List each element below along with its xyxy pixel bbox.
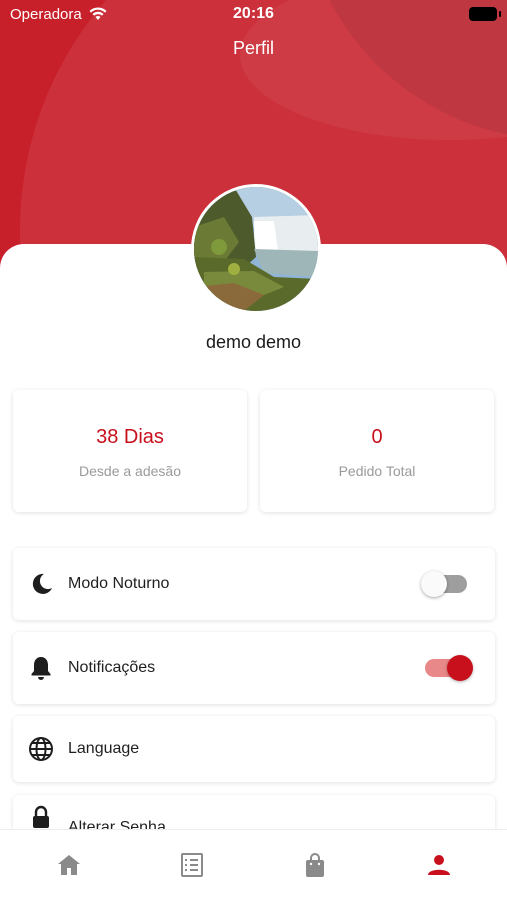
stat-value: 38 Dias (96, 426, 164, 448)
globe-icon (27, 735, 55, 763)
list-icon[interactable] (177, 850, 207, 880)
toggle-knob (447, 655, 473, 681)
menu-item-label: Notificações (68, 659, 156, 676)
bottom-tab-bar (0, 829, 507, 901)
moon-icon (27, 570, 55, 598)
stat-card-orders: 0 Pedido Total (260, 390, 494, 512)
avatar[interactable] (191, 184, 321, 314)
menu-item-change-password[interactable]: Alterar Senha (13, 795, 495, 829)
menu-item-language[interactable]: Language (13, 716, 495, 782)
clock: 20:16 (233, 5, 274, 22)
status-bar: Operadora 20:16 (0, 0, 507, 30)
home-icon[interactable] (54, 850, 84, 880)
menu-item-notifications[interactable]: Notificações (13, 632, 495, 704)
menu-item-night-mode[interactable]: Modo Noturno (13, 548, 495, 620)
night-mode-toggle[interactable] (421, 571, 467, 597)
stat-card-membership: 38 Dias Desde a adesão (13, 390, 247, 512)
menu-item-label: Language (68, 740, 140, 757)
person-icon[interactable] (424, 850, 454, 880)
shopping-bag-icon[interactable] (300, 850, 330, 880)
stat-label: Desde a adesão (79, 463, 181, 479)
battery-icon (469, 7, 501, 21)
page-title: Perfil (232, 38, 274, 58)
lock-icon (27, 803, 55, 829)
user-name: demo demo (205, 332, 302, 352)
menu-item-label: Alterar Senha (68, 819, 166, 829)
stat-label: Pedido Total (338, 463, 416, 479)
bell-icon (27, 654, 55, 682)
menu-item-label: Modo Noturno (68, 575, 170, 592)
toggle-knob (421, 571, 447, 597)
stat-value: 0 (371, 426, 383, 448)
notifications-toggle[interactable] (425, 655, 473, 681)
